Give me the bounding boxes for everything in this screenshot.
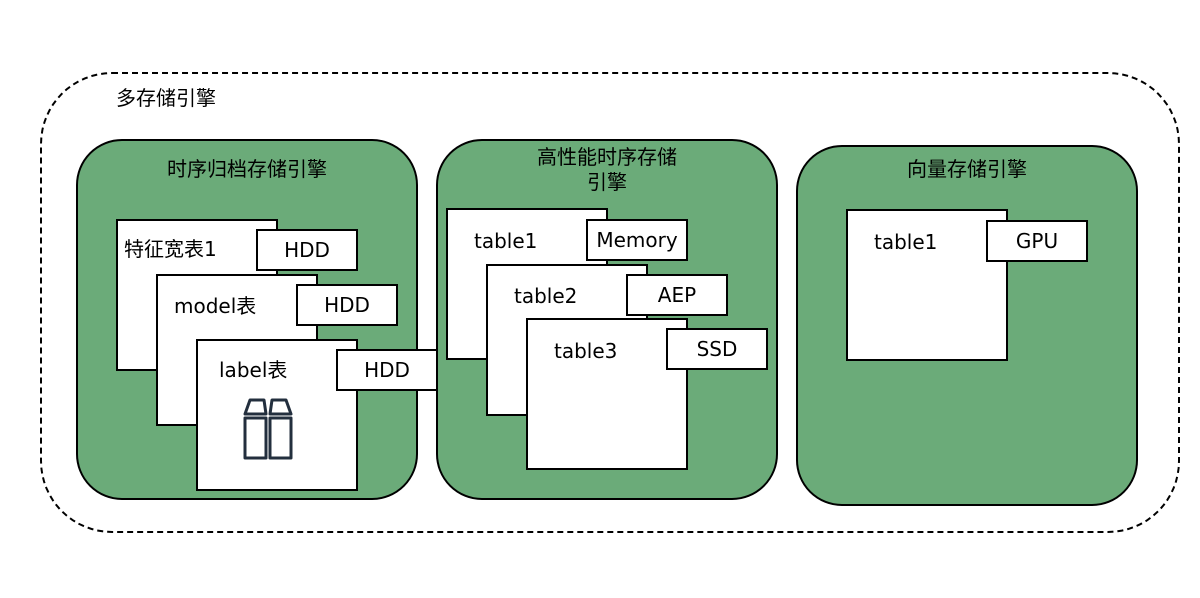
storage-tag: SSD xyxy=(666,328,768,370)
engine-title: 时序归档存储引擎 xyxy=(167,157,327,181)
storage-tag: GPU xyxy=(986,220,1088,262)
table-label: model表 xyxy=(174,294,257,318)
storage-tag: HDD xyxy=(336,349,438,391)
engine-title: 向量存储引擎 xyxy=(907,157,1027,181)
table-label: label表 xyxy=(219,358,288,382)
storage-tag: HDD xyxy=(256,229,358,271)
storage-tag: Memory xyxy=(586,219,688,261)
engine-title-line-2: 引擎 xyxy=(587,170,627,194)
storage-tag: AEP xyxy=(626,274,728,316)
multi-storage-engine-label: 多存储引擎 xyxy=(116,86,216,110)
storage-tag: HDD xyxy=(296,284,398,326)
table-label: table2 xyxy=(514,284,578,308)
engine-title-line-1: 高性能时序存储 xyxy=(537,145,677,169)
table-label: 特征宽表1 xyxy=(124,237,217,261)
table-label: table1 xyxy=(874,230,938,254)
table-label: table1 xyxy=(474,229,538,253)
table-label: table3 xyxy=(554,339,618,363)
cylinder-icon xyxy=(243,398,293,460)
